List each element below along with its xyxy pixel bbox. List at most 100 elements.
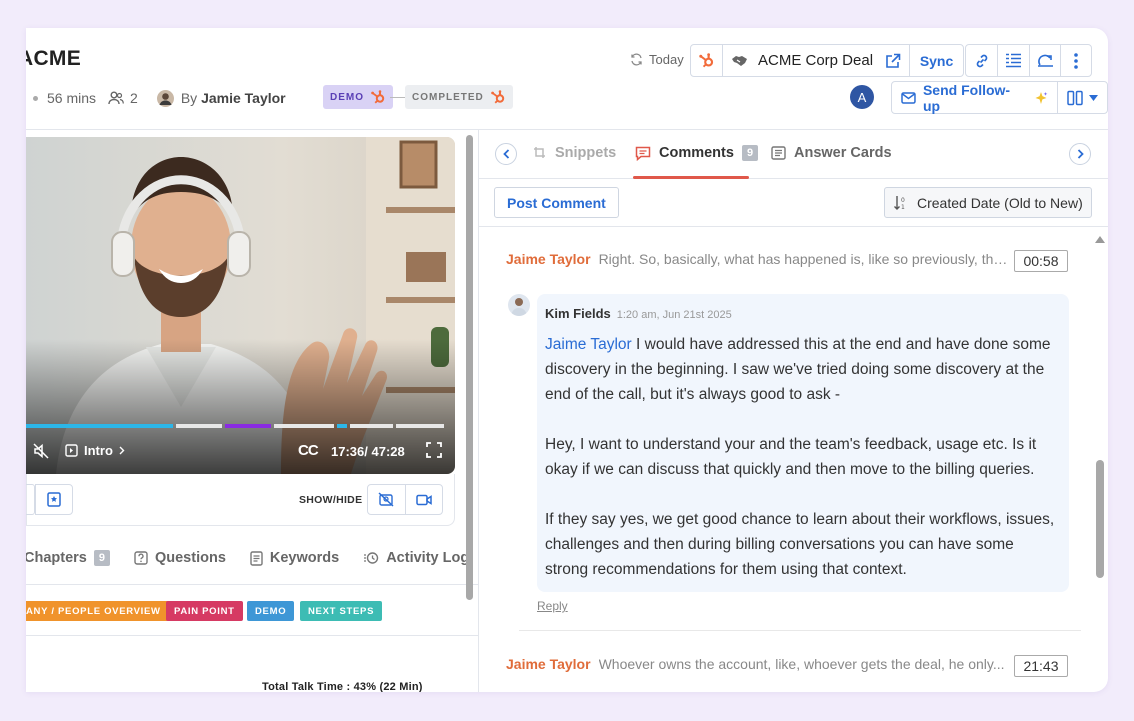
video-timestamp: 17:36/ 47:28 (331, 444, 405, 459)
scissors-icon (534, 147, 545, 158)
comment-text: Right. So, basically, what has happened … (598, 251, 1009, 267)
badge-connector (390, 97, 405, 98)
mute-icon[interactable] (33, 443, 49, 462)
tab-chapters[interactable]: Chapters 9 (26, 550, 110, 566)
activity-log-icon (364, 552, 379, 564)
reply-avatar (508, 294, 530, 316)
layout-toggle-button[interactable] (1058, 82, 1107, 113)
tab-comments[interactable]: Comments 9 (635, 145, 759, 161)
tab-snippets[interactable]: Snippets (533, 145, 616, 161)
duration: 56 mins (47, 90, 97, 106)
tab-keywords[interactable]: Keywords (250, 550, 339, 566)
camera-icon (416, 494, 432, 505)
tag-company-overview[interactable]: ANY / PEOPLE OVERVIEW (26, 601, 169, 621)
host-avatar (156, 89, 174, 107)
topic-tags: ANY / PEOPLE OVERVIEW PAIN POINT DEMO NE… (26, 584, 478, 636)
comment-text: Whoever owns the account, like, whoever … (598, 656, 1005, 672)
hide-participants-button[interactable] (368, 485, 406, 514)
sync-button[interactable]: Sync (909, 45, 963, 76)
hubspot-icon (490, 90, 504, 104)
external-link-icon (886, 53, 901, 68)
last-synced: Today (630, 52, 684, 67)
tag-next-steps[interactable]: NEXT STEPS (300, 601, 383, 621)
participant-count: 2 (130, 90, 138, 106)
keywords-icon (250, 550, 263, 566)
left-panel: Intro CC 17:36/ 47:28 SHOW/HIDE Chapters… (26, 130, 478, 692)
share-icon (1037, 54, 1053, 67)
left-tabs: Chapters 9 Questions Keywords Activity Lo… (26, 550, 469, 566)
user-avatar[interactable]: A (850, 85, 874, 109)
fullscreen-icon[interactable] (426, 442, 442, 461)
talk-time: Total Talk Time : 43% (22 Min) (262, 681, 423, 692)
tabs-next-button[interactable] (1069, 143, 1091, 165)
tools-group (965, 44, 1092, 77)
copy-link-button[interactable] (966, 45, 998, 76)
link-icon (976, 54, 987, 67)
sync-status-icon (631, 53, 642, 66)
tag-pain-point[interactable]: PAIN POINT (166, 601, 243, 621)
chapter-selector[interactable]: Intro (65, 443, 125, 458)
sort-dropdown[interactable]: 01 Created Date (Old to New) (884, 187, 1092, 218)
sort-icon: 01 (894, 195, 905, 211)
host-name: Jamie Taylor (201, 90, 286, 106)
add-bookmark-button[interactable] (35, 484, 73, 515)
crm-deal-group: ACME Corp Deal Sync (690, 44, 965, 77)
bookmark-star-icon (46, 492, 61, 507)
participants-icon (108, 91, 124, 105)
camera-toggle-button[interactable] (406, 485, 443, 514)
follow-up-group: Send Follow-up (891, 81, 1108, 114)
reply-paragraph: Hey, I want to understand your and the t… (545, 436, 1037, 478)
comment-row[interactable]: Jaime Taylor Right. So, basically, what … (506, 251, 1066, 267)
more-options-button[interactable] (1061, 45, 1091, 76)
comment-timestamp[interactable]: 00:58 (1014, 250, 1068, 272)
meeting-meta: 56 mins 2 By Jamie Taylor (33, 88, 286, 108)
host-label: By Jamie Taylor (180, 90, 286, 106)
handshake-icon (732, 55, 747, 66)
show-hide-group (367, 484, 443, 515)
right-scrollbar[interactable] (1096, 460, 1104, 578)
reply-link[interactable]: Reply (537, 599, 568, 613)
video-player[interactable]: Intro CC 17:36/ 47:28 (26, 137, 455, 474)
send-follow-up-button[interactable]: Send Follow-up (892, 82, 1058, 114)
reply-author: Kim Fields 1:20 am, Jun 21st 2025 (545, 306, 732, 321)
summary-button[interactable] (998, 45, 1030, 76)
sparkle-icon (1035, 91, 1048, 104)
hide-video-icon (378, 492, 394, 507)
captions-button[interactable]: CC (298, 442, 319, 459)
comment-author: Jaime Taylor (506, 251, 591, 267)
toolbar-left-cell[interactable] (26, 484, 35, 515)
chevron-right-icon (1077, 149, 1084, 159)
share-button[interactable] (1030, 45, 1061, 76)
hubspot-icon (699, 53, 714, 68)
deal-link[interactable]: ACME Corp Deal (723, 45, 909, 76)
comment-author: Jaime Taylor (506, 656, 591, 672)
answer-cards-icon (771, 146, 786, 160)
chevron-right-icon (119, 446, 125, 455)
tabs-prev-button[interactable] (495, 143, 517, 165)
comment-divider (519, 630, 1081, 631)
mention-link[interactable]: Jaime Taylor (545, 336, 632, 353)
hubspot-button[interactable] (691, 45, 723, 76)
reply-body: Jaime Taylor I would have addressed this… (545, 332, 1061, 582)
scroll-up-arrow[interactable] (1095, 230, 1105, 248)
left-scrollbar[interactable] (466, 135, 473, 600)
comment-actions: Post Comment 01 Created Date (Old to New… (479, 179, 1108, 227)
svg-text:1: 1 (901, 204, 905, 211)
show-hide-label: SHOW/HIDE (299, 494, 363, 506)
post-comment-button[interactable]: Post Comment (494, 187, 619, 218)
mail-icon (901, 91, 916, 104)
comment-timestamp[interactable]: 21:43 (1014, 655, 1068, 677)
tab-activity-log[interactable]: Activity Log (363, 550, 469, 566)
kebab-menu-icon (1074, 52, 1078, 69)
tab-questions[interactable]: Questions (134, 550, 226, 566)
right-tabs: Snippets Comments 9 Answer Cards (479, 130, 1108, 179)
comment-icon (635, 146, 651, 161)
player-toolbar: SHOW/HIDE (26, 474, 455, 526)
columns-icon (1067, 90, 1083, 105)
app-window: ACME 56 mins 2 By Jamie Taylor DEMO COMP… (26, 28, 1108, 692)
tag-demo[interactable]: DEMO (247, 601, 295, 621)
reply-paragraph: If they say yes, we get good chance to l… (545, 511, 1055, 578)
tab-answer-cards[interactable]: Answer Cards (771, 145, 892, 161)
chapter-progress-bar[interactable] (26, 424, 444, 428)
comment-row[interactable]: Jaime Taylor Whoever owns the account, l… (506, 656, 1066, 672)
